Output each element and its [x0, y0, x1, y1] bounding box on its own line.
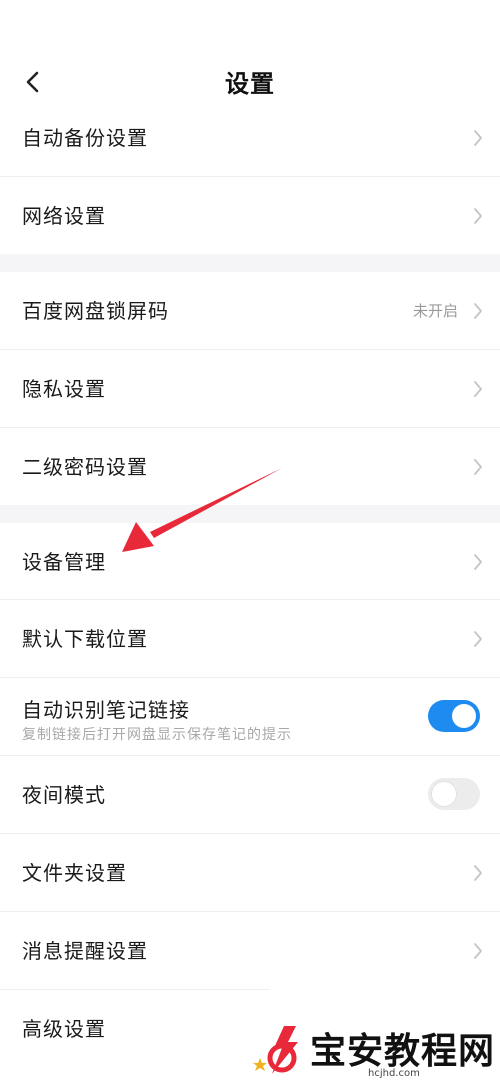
settings-row-folder[interactable]: 文件夹设置: [0, 834, 500, 912]
settings-row-note-link: 自动识别笔记链接 复制链接后打开网盘显示保存笔记的提示: [0, 678, 500, 756]
row-label: 文件夹设置: [22, 861, 127, 885]
watermark-text: 宝安教程网: [310, 1030, 496, 1072]
row-label: 二级密码设置: [22, 455, 148, 479]
chevron-right-icon: [474, 631, 482, 647]
settings-row-device-management[interactable]: 设备管理: [0, 523, 500, 601]
row-label: 自动识别笔记链接: [22, 698, 190, 722]
toggle-knob: [452, 704, 476, 728]
row-label: 夜间模式: [22, 783, 106, 807]
chevron-right-icon: [474, 303, 482, 319]
watermark: 宝安教程网 hcjhd.com: [250, 1018, 500, 1084]
row-description: 复制链接后打开网盘显示保存笔记的提示: [22, 727, 292, 743]
note-link-toggle[interactable]: [428, 700, 480, 732]
row-label: 百度网盘锁屏码: [22, 299, 169, 323]
section-gap: [0, 505, 500, 523]
watermark-site: hcjhd.com: [368, 1068, 420, 1079]
settings-row-auto-backup[interactable]: 自动备份设置: [0, 99, 500, 177]
row-label: 消息提醒设置: [22, 939, 148, 963]
row-label: 隐私设置: [22, 377, 106, 401]
chevron-right-icon: [474, 208, 482, 224]
row-label: 网络设置: [22, 204, 106, 228]
chevron-right-icon: [474, 130, 482, 146]
page-title: 设置: [225, 70, 275, 98]
row-label: 自动备份设置: [22, 126, 148, 150]
settings-row-network[interactable]: 网络设置: [0, 177, 500, 255]
section-gap: [0, 254, 500, 272]
chevron-right-icon: [474, 459, 482, 475]
settings-row-secondary-password[interactable]: 二级密码设置: [0, 428, 500, 506]
site-logo-icon: [253, 1026, 298, 1074]
settings-row-privacy[interactable]: 隐私设置: [0, 350, 500, 428]
settings-row-notification[interactable]: 消息提醒设置: [0, 912, 500, 990]
row-label: 高级设置: [22, 1017, 106, 1041]
row-label: 设备管理: [22, 550, 106, 574]
chevron-right-icon: [474, 381, 482, 397]
settings-row-download-location[interactable]: 默认下载位置: [0, 600, 500, 678]
toggle-knob: [432, 782, 456, 806]
settings-row-lockscreen[interactable]: 百度网盘锁屏码 未开启: [0, 272, 500, 350]
chevron-right-icon: [474, 943, 482, 959]
chevron-right-icon: [474, 554, 482, 570]
night-mode-toggle[interactable]: [428, 778, 480, 810]
status-text: 未开启: [412, 302, 458, 320]
settings-row-night-mode: 夜间模式: [0, 756, 500, 834]
row-label: 默认下载位置: [22, 627, 148, 651]
chevron-right-icon: [474, 865, 482, 881]
